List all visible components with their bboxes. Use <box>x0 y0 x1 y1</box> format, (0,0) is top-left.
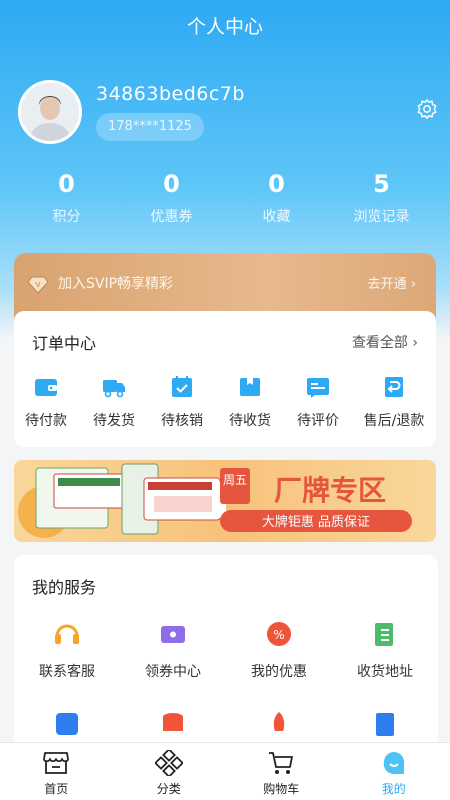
view-all-orders-link[interactable]: 查看全部 › <box>352 332 418 352</box>
svip-text: 加入SVIP畅享精彩 <box>58 276 174 292</box>
user-phone: 178****1125 <box>96 113 204 141</box>
user-id: 34863bed6c7b <box>96 83 245 105</box>
coin-stack-icon <box>163 713 183 731</box>
service-item-7[interactable] <box>226 709 332 739</box>
profile-icon <box>383 752 404 775</box>
refund-icon <box>385 377 403 397</box>
comment-card-icon <box>307 378 329 398</box>
service-item-5[interactable] <box>14 709 120 739</box>
stat-favorites[interactable]: 0 收藏 <box>224 170 329 226</box>
gear-icon[interactable] <box>416 98 438 120</box>
order-pending-shipment[interactable]: 待发货 <box>79 374 149 430</box>
order-item-label: 待付款 <box>25 413 67 429</box>
my-services-title: 我的服务 <box>32 578 97 597</box>
order-pending-review[interactable]: 待评价 <box>283 374 353 430</box>
stat-label: 收藏 <box>262 209 291 225</box>
service-coupon-center[interactable]: 领券中心 <box>120 619 226 681</box>
service-label: 我的优惠 <box>251 664 307 680</box>
stats-row: 0 积分 0 优惠券 0 收藏 5 浏览记录 <box>0 170 450 226</box>
tab-label: 我的 <box>381 782 406 796</box>
coupon-icon <box>161 626 185 643</box>
banner-title: 厂牌专区 <box>274 474 386 507</box>
discount-icon: % <box>267 622 291 646</box>
headset-icon <box>55 624 79 644</box>
order-item-label: 待评价 <box>297 413 339 429</box>
order-item-label: 待核销 <box>161 413 203 429</box>
tab-home[interactable]: 首页 <box>0 743 113 800</box>
wallet-icon <box>35 379 57 396</box>
order-item-label: 待发货 <box>93 413 135 429</box>
tab-label: 购物车 <box>263 782 300 796</box>
order-center-title: 订单中心 <box>32 334 97 353</box>
stat-label: 积分 <box>52 209 81 225</box>
stat-coupons[interactable]: 0 优惠券 <box>119 170 224 226</box>
stat-label: 浏览记录 <box>353 209 410 225</box>
order-pending-payment[interactable]: 待付款 <box>11 374 81 430</box>
stat-points[interactable]: 0 积分 <box>14 170 119 226</box>
bottom-tab-bar: 首页 分类 购物车 我的 <box>0 742 450 800</box>
avatar-person-icon <box>21 83 79 141</box>
service-customer-support[interactable]: 联系客服 <box>14 619 120 681</box>
svg-text:%: % <box>273 628 284 642</box>
banner-day: 周五 <box>223 473 247 487</box>
stat-label: 优惠券 <box>150 209 193 225</box>
tab-label: 分类 <box>156 782 181 796</box>
truck-icon <box>103 380 125 398</box>
svip-open-link[interactable]: 去开通 › <box>368 273 416 292</box>
order-after-sales[interactable]: 售后/退款 <box>359 374 429 430</box>
my-services-card: 我的服务 联系客服 领券中心 % 我的优惠 收货地址 <box>14 555 438 755</box>
order-pending-receipt[interactable]: 待收货 <box>215 374 285 430</box>
stat-value: 0 <box>58 170 75 198</box>
box-icon <box>240 378 260 396</box>
stat-value: 0 <box>163 170 180 198</box>
order-center-card: 订单中心 查看全部 › 待付款 待发货 待核销 待收货 待评价 售后/退款 <box>14 311 436 447</box>
order-pending-verification[interactable]: 待核销 <box>147 374 217 430</box>
stat-value: 5 <box>373 170 390 198</box>
address-book-icon <box>375 623 393 646</box>
brand-zone-banner[interactable]: 周五 厂牌专区 大牌钜惠 品质保证 <box>14 460 436 542</box>
tab-category[interactable]: 分类 <box>113 743 226 800</box>
document-icon <box>376 713 394 736</box>
service-label: 联系客服 <box>39 664 95 680</box>
stat-history[interactable]: 5 浏览记录 <box>329 170 434 226</box>
rocket-icon <box>273 712 285 731</box>
service-shipping-address[interactable]: 收货地址 <box>332 619 438 681</box>
tab-cart[interactable]: 购物车 <box>225 743 338 800</box>
app-window-icon <box>56 713 78 735</box>
service-label: 收货地址 <box>357 664 413 680</box>
calendar-check-icon <box>172 376 192 397</box>
category-icon <box>154 750 183 776</box>
tab-label: 首页 <box>44 782 69 796</box>
store-icon <box>43 752 70 774</box>
svg-text:V: V <box>36 281 41 289</box>
stat-value: 0 <box>268 170 285 198</box>
cart-icon <box>269 752 294 774</box>
service-label: 领券中心 <box>145 664 201 680</box>
brand-zone-artwork: 周五 厂牌专区 大牌钜惠 品质保证 <box>18 463 412 538</box>
page-title: 个人中心 <box>186 16 263 38</box>
service-item-8[interactable] <box>332 709 438 739</box>
avatar[interactable] <box>18 80 82 144</box>
tab-profile[interactable]: 我的 <box>338 743 450 800</box>
service-my-discounts[interactable]: % 我的优惠 <box>226 619 332 681</box>
diamond-icon: V <box>27 276 49 294</box>
banner-slogan: 大牌钜惠 品质保证 <box>262 514 370 530</box>
service-item-6[interactable] <box>120 709 226 739</box>
order-item-label: 售后/退款 <box>363 413 425 429</box>
order-item-label: 待收货 <box>229 413 271 429</box>
